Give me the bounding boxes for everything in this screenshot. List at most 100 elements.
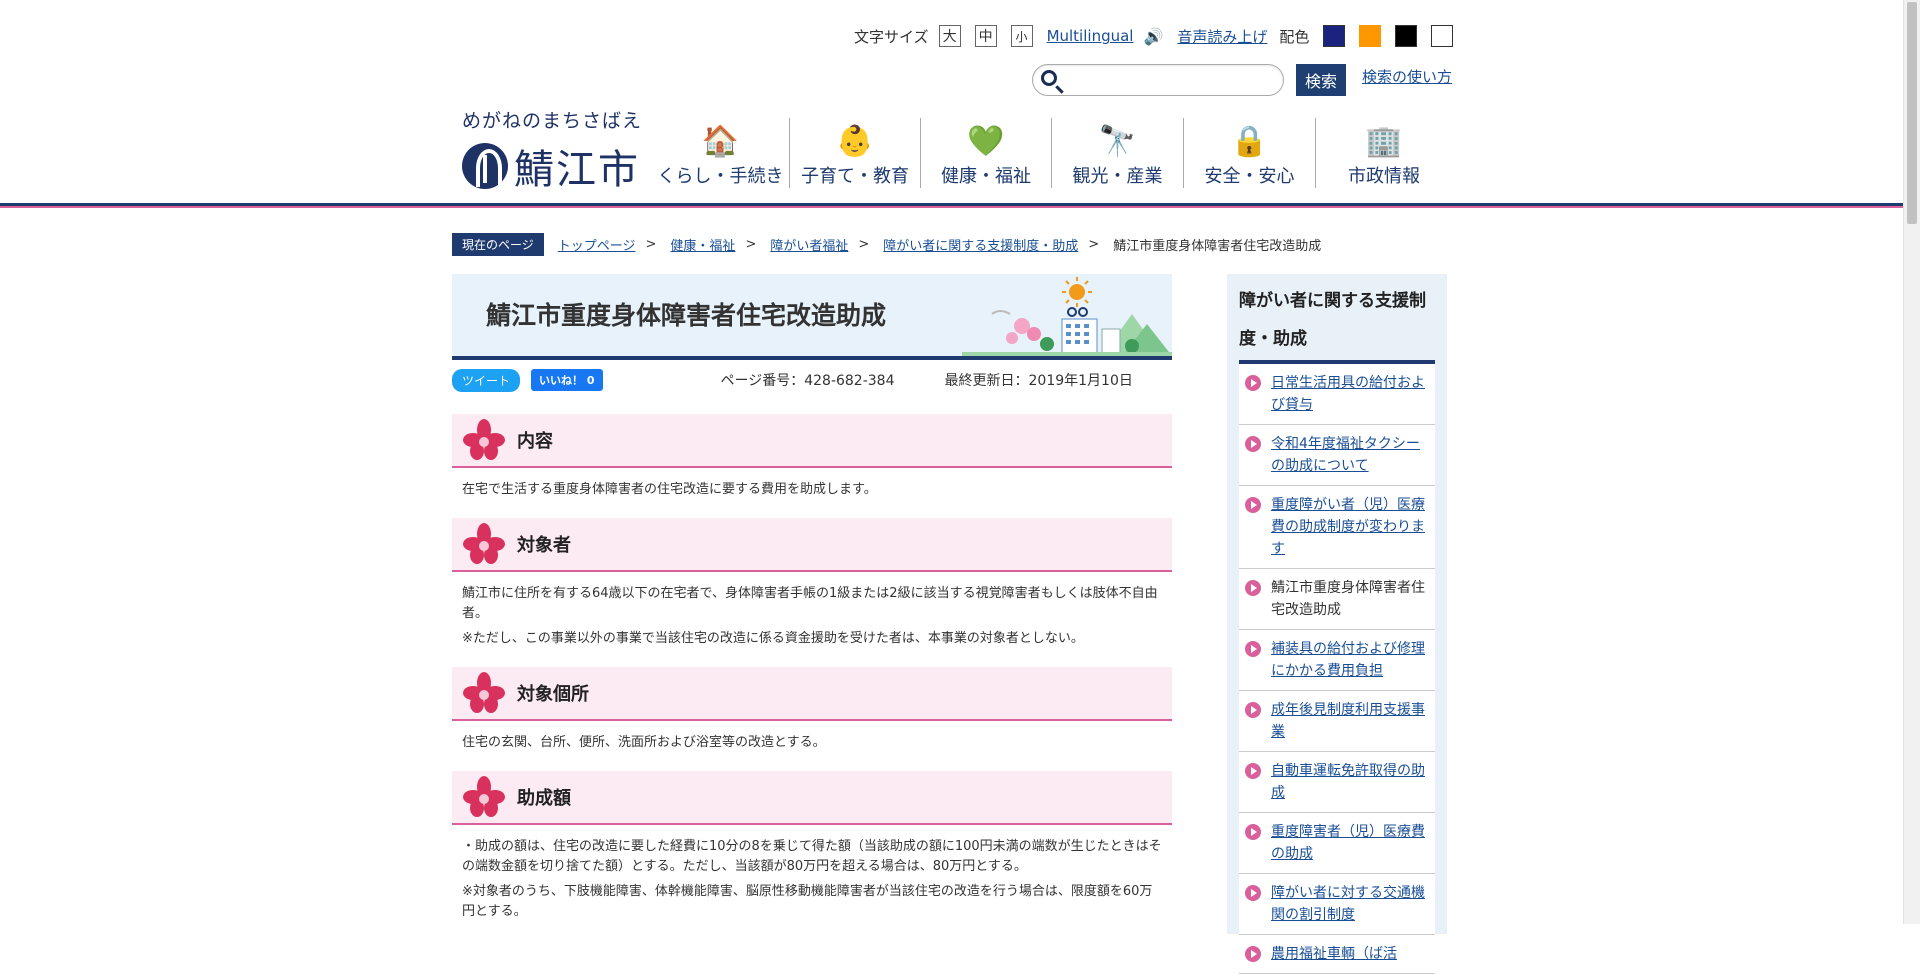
breadcrumb-separator: > xyxy=(1088,237,1100,252)
arrow-bullet-icon xyxy=(1245,702,1261,718)
side-nav-title: 障がい者に関する支援制度・助成 xyxy=(1239,282,1435,364)
side-nav-link[interactable]: 日常生活用具の給付および貸与 xyxy=(1271,372,1429,416)
breadcrumb-link[interactable]: トップページ xyxy=(558,235,636,254)
side-nav-link[interactable]: 障がい者に対する交通機関の割引制度 xyxy=(1271,882,1429,926)
side-nav-link[interactable]: 補装具の給付および修理にかかる費用負担 xyxy=(1271,638,1429,682)
gnav-item-kanko[interactable]: 🔭 観光・産業 xyxy=(1052,118,1184,188)
section-text: 住宅の玄関、台所、便所、洗面所および浴室等の改造とする。 xyxy=(462,735,826,750)
side-nav-item[interactable]: 成年後見制度利用支援事業 xyxy=(1239,691,1435,752)
header-divider-accent xyxy=(0,206,1903,208)
search-input[interactable] xyxy=(1032,64,1284,96)
color-swatch-navy[interactable] xyxy=(1323,25,1346,47)
side-nav-item[interactable]: 補装具の給付および修理にかかる費用負担 xyxy=(1239,630,1435,691)
section-heading: 内容 xyxy=(452,414,1172,468)
gnav-item-shisei[interactable]: 🏢 市政情報 xyxy=(1316,118,1452,188)
gnav-item-kurashi[interactable]: 🏠 くらし・手続き xyxy=(652,118,790,188)
side-nav-item[interactable]: 重度障がい者（児）医療費の助成制度が変わります xyxy=(1239,486,1435,569)
search-help-link[interactable]: 検索の使い方 xyxy=(1362,66,1452,87)
speaker-icon: 🔊 xyxy=(1143,26,1164,46)
section-text: 在宅で生活する重度身体障害者の住宅改造に要する費用を助成します。 xyxy=(462,482,877,497)
gnav-item-anzen[interactable]: 🔒 安全・安心 xyxy=(1184,118,1316,188)
side-nav: 障がい者に関する支援制度・助成 日常生活用具の給付および貸与 令和4年度福祉タク… xyxy=(1227,274,1447,974)
binoculars-icon: 🔭 xyxy=(1098,124,1137,159)
arrow-bullet-icon xyxy=(1245,580,1261,596)
section-text: ※ただし、この事業以外の事業で当該住宅の改造に係る資金援助を受けた者は、本事業の… xyxy=(462,631,1084,646)
side-nav-link[interactable]: 自動車運転免許取得の助成 xyxy=(1271,760,1429,804)
gnav-label: 市政情報 xyxy=(1348,166,1420,187)
breadcrumb-current: 鯖江市重度身体障害者住宅改造助成 xyxy=(1113,239,1322,254)
section-body: 在宅で生活する重度身体障害者の住宅改造に要する費用を助成します。 xyxy=(452,468,1172,500)
breadcrumb-separator: > xyxy=(858,237,870,252)
site-logo[interactable]: めがねのまちさばえ 鯖江市 xyxy=(462,106,642,195)
font-size-medium-button[interactable]: 中 xyxy=(974,25,997,47)
search-icon xyxy=(1041,70,1057,86)
side-nav-item[interactable]: 重度障害者（児）医療費の助成 xyxy=(1239,813,1435,874)
gnav-label: 観光・産業 xyxy=(1072,166,1163,187)
side-nav-item-current: 鯖江市重度身体障害者住宅改造助成 xyxy=(1239,569,1435,630)
color-label: 配色 xyxy=(1279,27,1310,46)
search-button[interactable]: 検索 xyxy=(1296,64,1346,96)
side-nav-link[interactable]: 令和4年度福祉タクシーの助成について xyxy=(1271,433,1429,477)
breadcrumb-separator: > xyxy=(645,237,657,252)
house-icon: 🏠 xyxy=(701,124,740,159)
color-swatch-black[interactable] xyxy=(1395,25,1418,47)
city-illustration-icon xyxy=(962,277,1172,356)
search-row: 検索 検索の使い方 xyxy=(1032,64,1452,96)
site-header: 文字サイズ 大 中 小 Multilingual 🔊 音声読み上げ 配色 検索 … xyxy=(0,0,1903,210)
last-updated: 最終更新日：2019年1月10日 xyxy=(944,373,1133,389)
section-body: 住宅の玄関、台所、便所、洗面所および浴室等の改造とする。 xyxy=(452,721,1172,753)
arrow-bullet-icon xyxy=(1245,497,1261,513)
side-nav-link[interactable]: 農用福祉車輌（ば活 xyxy=(1271,943,1397,965)
side-nav-item[interactable]: 農用福祉車輌（ば活 xyxy=(1239,935,1435,974)
side-nav-link[interactable]: 成年後見制度利用支援事業 xyxy=(1271,699,1429,743)
section-title: 助成額 xyxy=(517,788,571,809)
side-nav-item[interactable]: 日常生活用具の給付および貸与 xyxy=(1239,364,1435,425)
baby-icon: 👶 xyxy=(836,124,874,159)
breadcrumb-link[interactable]: 障がい者に関する支援制度・助成 xyxy=(883,235,1078,254)
side-nav-item[interactable]: 自動車運転免許取得の助成 xyxy=(1239,752,1435,813)
like-button[interactable]: いいね！ 0 xyxy=(531,369,603,391)
color-swatch-orange[interactable] xyxy=(1359,25,1382,47)
arrow-bullet-icon xyxy=(1245,641,1261,657)
breadcrumb: 現在のページ トップページ > 健康・福祉 > 障がい者福祉 > 障がい者に関す… xyxy=(452,233,1321,256)
section-heading: 助成額 xyxy=(452,771,1172,825)
gnav-item-kosodate[interactable]: 👶 子育て・教育 xyxy=(790,118,921,188)
side-nav-current: 鯖江市重度身体障害者住宅改造助成 xyxy=(1271,580,1425,618)
main-content: 鯖江市重度身体障害者住宅改造助成 ツイート いいね！ 0 ページ番号：428-6… xyxy=(452,274,1172,922)
side-nav-item[interactable]: 障がい者に対する交通機関の割引制度 xyxy=(1239,874,1435,935)
breadcrumb-separator: > xyxy=(745,237,757,252)
lock-icon: 🔒 xyxy=(1230,124,1269,159)
font-size-large-button[interactable]: 大 xyxy=(938,25,961,47)
section-heading: 対象個所 xyxy=(452,667,1172,721)
gnav-label: 安全・安心 xyxy=(1204,166,1295,187)
section-text: ・助成の額は、住宅の改造に要した経費に10分の8を乗じて得た額（当該助成の額に1… xyxy=(462,839,1162,874)
side-nav-item[interactable]: 令和4年度福祉タクシーの助成について xyxy=(1239,425,1435,486)
breadcrumb-link[interactable]: 障がい者福祉 xyxy=(770,235,848,254)
font-size-small-button[interactable]: 小 xyxy=(1010,25,1033,47)
building-icon: 🏢 xyxy=(1365,124,1403,159)
side-nav-link[interactable]: 重度障害者（児）医療費の助成 xyxy=(1271,821,1429,865)
gnav-label: くらし・手続き xyxy=(657,166,784,187)
section-title: 内容 xyxy=(517,431,553,452)
flower-icon xyxy=(463,672,505,713)
utility-bar: 文字サイズ 大 中 小 Multilingual 🔊 音声読み上げ 配色 xyxy=(854,25,1454,47)
gnav-item-kenko[interactable]: 💚 健康・福祉 xyxy=(921,118,1052,188)
section-text: ※対象者のうち、下肢機能障害、体幹機能障害、脳原性移動機能障害者が当該住宅の改造… xyxy=(462,884,1153,919)
breadcrumb-link[interactable]: 健康・福祉 xyxy=(670,235,735,254)
arrow-bullet-icon xyxy=(1245,946,1261,962)
section-body: 鯖江市に住所を有する64歳以下の在宅者で、身体障害者手帳の1級または2級に該当す… xyxy=(452,572,1172,649)
section-heading: 対象者 xyxy=(452,518,1172,572)
side-nav-link[interactable]: 重度障がい者（児）医療費の助成制度が変わります xyxy=(1271,494,1429,560)
heart-icon: 💚 xyxy=(967,124,1005,159)
breadcrumb-here-label: 現在のページ xyxy=(452,233,544,256)
flower-icon xyxy=(463,776,505,817)
color-swatch-white[interactable] xyxy=(1431,25,1454,47)
multilingual-link[interactable]: Multilingual xyxy=(1047,27,1134,45)
scrollbar-thumb[interactable] xyxy=(1907,2,1917,224)
tweet-button[interactable]: ツイート xyxy=(452,368,521,392)
arrow-bullet-icon xyxy=(1245,436,1261,452)
section-body: ・助成の額は、住宅の改造に要した経費に10分の8を乗じて得た額（当該助成の額に1… xyxy=(452,825,1172,922)
read-aloud-link[interactable]: 音声読み上げ xyxy=(1177,26,1267,47)
vertical-scrollbar[interactable] xyxy=(1903,0,1920,924)
global-nav: 🏠 くらし・手続き 👶 子育て・教育 💚 健康・福祉 🔭 観光・産業 🔒 安全・… xyxy=(652,118,1452,188)
